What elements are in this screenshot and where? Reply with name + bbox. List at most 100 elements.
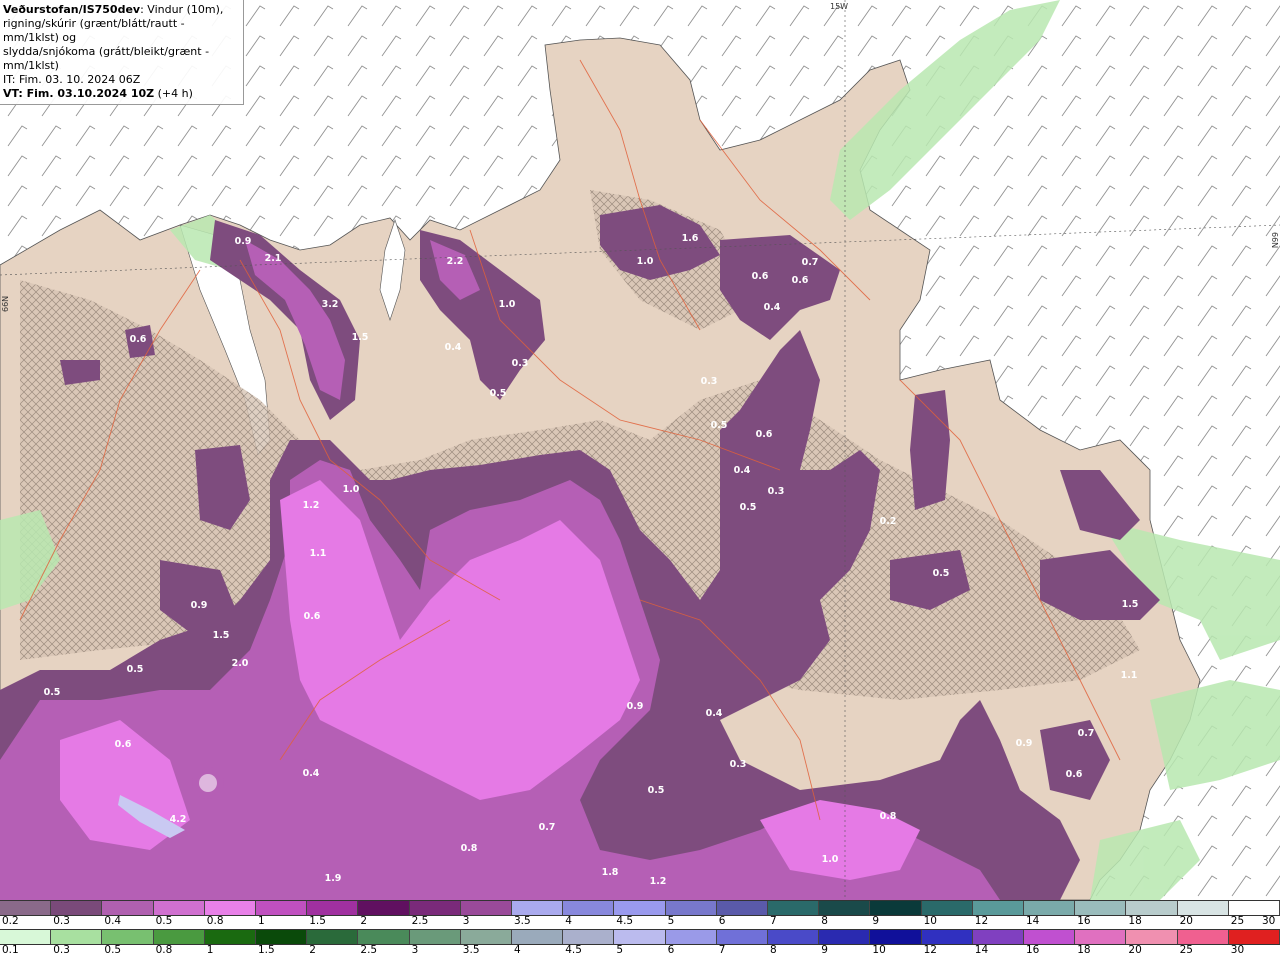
map-value-label: 0.8 <box>461 843 478 854</box>
map-value-label: 1.0 <box>343 484 360 495</box>
colorbar-snow <box>0 900 1280 916</box>
map-value-label: 0.5 <box>933 568 950 579</box>
colorbar-label: 9 <box>872 915 880 927</box>
colorbar-rain-labels: 0.1 0.3 0.5 0.8 1 1.5 2 2.5 3 3.5 4 4.5 5 6 7 8 9 10 12 14 1… <box>0 944 1280 958</box>
map-value-label: 0.6 <box>756 429 773 440</box>
colorbar-swatch <box>1024 901 1076 915</box>
map-value-label: 0.5 <box>127 664 144 675</box>
colorbar-label: 12 <box>923 944 937 956</box>
colorbar-swatch <box>460 901 513 915</box>
colorbar-swatch <box>460 930 513 944</box>
colorbar-swatch <box>204 930 257 944</box>
colorbar-label: 14 <box>974 944 989 956</box>
map-value-label: 0.4 <box>734 465 751 476</box>
map-value-label: 0.9 <box>191 600 208 611</box>
colorbar-label: 14 <box>1026 915 1040 927</box>
map-value-label: 1.0 <box>637 256 654 267</box>
colorbar-label: 3.5 <box>514 915 531 927</box>
colorbar-label: 4 <box>565 915 572 927</box>
map-value-label: 0.6 <box>115 739 132 750</box>
colorbar-label: 2.5 <box>411 915 429 927</box>
map-value-label: 0.5 <box>44 687 61 698</box>
colorbar-label: 0.8 <box>206 915 224 927</box>
colorbar-snow-labels: 0.2 0.3 0.4 0.5 0.8 1 1.5 2 2.5 3 3.5 4 4.5 5 6 7 8 9 10 12… <box>0 915 1280 929</box>
map-value-label: 1.5 <box>352 332 369 343</box>
colorbar-label: 1.5 <box>309 915 326 927</box>
colorbar-swatch <box>716 930 769 944</box>
colorbar-swatch <box>307 930 359 944</box>
colorbar-label: 0.4 <box>104 915 122 927</box>
map-value-label: 1.1 <box>1121 670 1138 681</box>
colorbar-swatch <box>716 901 769 915</box>
colorbar-swatch <box>153 930 205 944</box>
map-value-label: 1.1 <box>310 548 327 559</box>
grid-label-left: 66N <box>1 296 10 312</box>
map-value-label: 2.0 <box>232 658 249 669</box>
colorbar-label: 10 <box>872 944 886 956</box>
colorbar-label: 25 <box>1179 944 1193 956</box>
colorbar-swatch <box>972 901 1025 915</box>
colorbar-label: 10 <box>923 915 937 927</box>
colorbar-label: 12 <box>974 915 989 927</box>
colorbar-swatch <box>512 901 564 915</box>
colorbar-label: 30 <box>1262 915 1276 927</box>
colorbar-swatch <box>256 901 308 915</box>
colorbar-label: 20 <box>1179 915 1193 927</box>
map-value-label: 0.9 <box>235 236 252 247</box>
colorbar-swatch <box>1126 901 1178 915</box>
colorbar-label: 0.5 <box>104 944 122 956</box>
colorbar-label: 4.5 <box>616 915 634 927</box>
colorbar-swatch <box>1126 930 1178 944</box>
info-box: Veðurstofan/IS750dev: Vindur (10m), rign… <box>0 0 244 105</box>
colorbar-swatch <box>256 930 308 944</box>
description-2: rigning/skúrir (grænt/blátt/rautt - mm/1… <box>3 17 185 44</box>
issue-time: IT: Fim. 03. 10. 2024 06Z <box>3 73 141 86</box>
colorbar-swatch <box>1075 901 1127 915</box>
map-value-label: 1.9 <box>325 873 342 884</box>
map-value-label: 0.6 <box>304 611 321 622</box>
colorbar-swatch <box>665 901 717 915</box>
map-value-label: 0.6 <box>130 334 147 345</box>
map-value-label: 2.2 <box>447 256 464 267</box>
colorbar-label: 16 <box>1026 944 1040 956</box>
colorbar-label: 18 <box>1077 944 1091 956</box>
map-value-label: 1.5 <box>213 630 230 641</box>
colorbar-label: 0.2 <box>2 915 19 927</box>
colorbar-label: 8 <box>770 944 777 956</box>
colorbar-swatch <box>153 901 205 915</box>
colorbar-label: 3 <box>411 944 419 956</box>
colorbar-swatch <box>819 901 871 915</box>
description-3: slydda/snjókoma (grátt/bleikt/grænt - mm… <box>3 45 210 72</box>
colorbar-swatch <box>563 901 615 915</box>
colorbar-swatch <box>819 930 871 944</box>
colorbar-label: 7 <box>718 944 726 956</box>
map-value-label: 0.6 <box>792 275 809 286</box>
map-value-label: 1.0 <box>822 854 839 865</box>
colorbar-label: 20 <box>1128 944 1142 956</box>
map-value-label: 0.5 <box>490 388 507 399</box>
colorbar-swatch <box>0 930 52 944</box>
colorbar-swatch <box>921 930 973 944</box>
colorbar-swatch <box>512 930 564 944</box>
colorbar-label: 5 <box>667 915 675 927</box>
colorbar-label: 1.5 <box>258 944 275 956</box>
colorbar-swatch <box>51 930 103 944</box>
colorbar-swatch <box>1024 930 1076 944</box>
colorbar-label: 2 <box>309 944 316 956</box>
map-value-label: 0.4 <box>445 342 462 353</box>
grid-label-right: 66N <box>1270 232 1279 248</box>
colorbar-swatch <box>921 901 973 915</box>
map-value-label: 1.0 <box>499 299 516 310</box>
map-value-label: 1.8 <box>602 867 619 878</box>
map-value-label: 2.1 <box>265 253 282 264</box>
map-value-label: 1.2 <box>650 876 667 887</box>
colorbar-label: 3.5 <box>462 944 480 956</box>
colorbar-swatch <box>768 901 820 915</box>
colorbar-label: 18 <box>1128 915 1142 927</box>
colorbar-label: 1 <box>258 915 265 927</box>
colorbar-swatch <box>1177 901 1229 915</box>
colorbar-label: 2.5 <box>360 944 378 956</box>
colorbar-label: 0.8 <box>155 944 173 956</box>
map-value-label: 0.3 <box>512 358 529 369</box>
colorbar-label: 6 <box>667 944 675 956</box>
